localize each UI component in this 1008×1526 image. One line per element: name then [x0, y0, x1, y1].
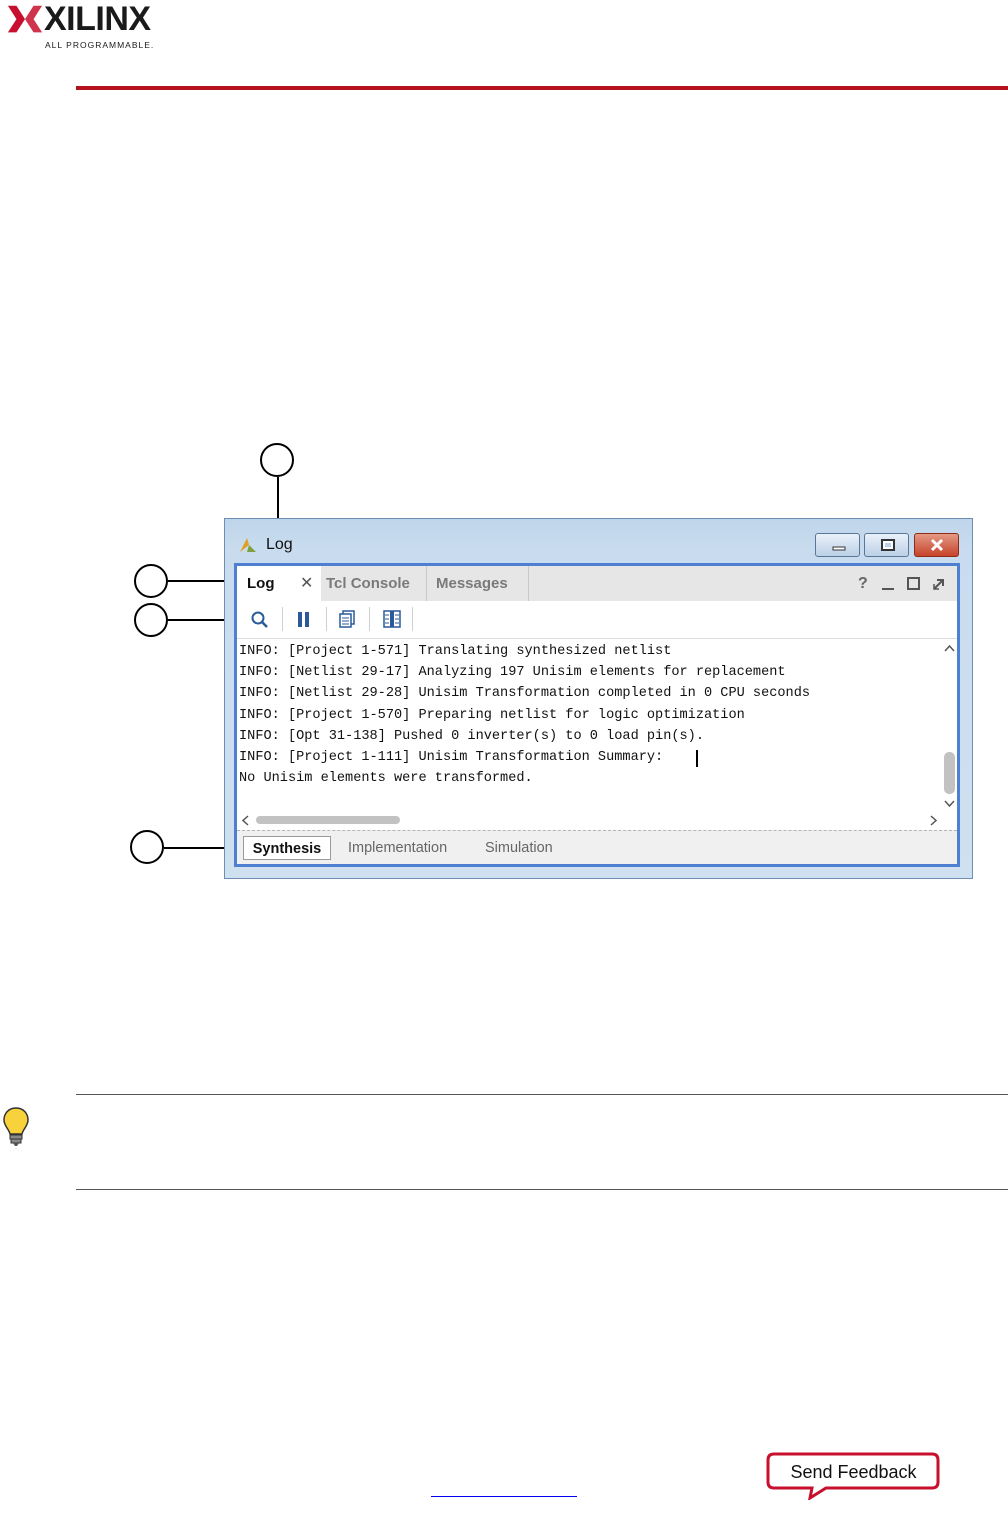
tab-close-icon[interactable]: ✕ — [300, 566, 313, 601]
callout-2 — [134, 564, 168, 598]
scroll-down-icon[interactable] — [943, 798, 956, 810]
send-feedback-button[interactable]: Send Feedback — [769, 1456, 938, 1488]
window-maximize-button[interactable] — [864, 533, 909, 557]
restore-icon — [881, 539, 895, 551]
window-close-button[interactable] — [914, 533, 959, 557]
vivado-icon — [240, 538, 256, 552]
tab-log[interactable]: Log ✕ — [237, 566, 321, 601]
footer-link-underline[interactable] — [431, 1496, 577, 1497]
log-line: INFO: [Project 1-571] Translating synthe… — [239, 644, 672, 659]
toolbar-separator — [326, 607, 327, 631]
tip-top-rule — [76, 1094, 1008, 1095]
logo-tagline: ALL PROGRAMMABLE. — [45, 40, 155, 50]
close-icon — [930, 538, 944, 552]
scroll-right-icon[interactable] — [927, 814, 939, 827]
horizontal-scroll-thumb[interactable] — [256, 816, 400, 824]
bottom-tab-strip — [237, 830, 957, 864]
log-line: INFO: [Opt 31-138] Pushed 0 inverter(s) … — [239, 729, 704, 744]
log-line: INFO: [Netlist 29-28] Unisim Transformat… — [239, 686, 811, 701]
pause-icon[interactable] — [296, 610, 312, 630]
text-caret — [696, 750, 698, 767]
callout-1-line — [277, 477, 279, 522]
log-line: INFO: [Project 1-111] Unisim Transformat… — [239, 750, 664, 765]
columns-icon[interactable] — [382, 609, 402, 629]
header-rule — [76, 86, 1008, 90]
panel-maximize-icon[interactable] — [906, 576, 922, 592]
help-icon[interactable]: ? — [858, 566, 868, 601]
log-line: INFO: [Netlist 29-17] Analyzing 197 Unis… — [239, 665, 786, 680]
tip-bottom-rule — [76, 1189, 1008, 1190]
scroll-up-icon[interactable] — [943, 642, 956, 654]
callout-3 — [134, 603, 168, 637]
toolbar-separator — [369, 607, 370, 631]
lightbulb-icon — [3, 1107, 29, 1146]
window-minimize-button[interactable] — [815, 533, 860, 557]
log-line: INFO: [Project 1-570] Preparing netlist … — [239, 708, 745, 723]
tab-tcl-console[interactable]: Tcl Console — [321, 566, 427, 601]
panel-float-icon[interactable] — [931, 576, 947, 592]
log-line: No Unisim elements were transformed. — [239, 771, 533, 786]
callout-4 — [130, 830, 164, 864]
toolbar-separator — [412, 607, 413, 631]
toolbar-separator — [282, 607, 283, 631]
callout-1 — [260, 443, 294, 477]
window-title: Log — [266, 536, 293, 553]
tab-messages[interactable]: Messages — [428, 566, 529, 601]
panel-minimize-icon[interactable] — [880, 576, 896, 592]
xilinx-logo — [7, 5, 43, 33]
tab-implementation[interactable]: Implementation — [348, 836, 447, 860]
tab-synthesis[interactable]: Synthesis — [243, 836, 331, 860]
tab-log-label: Log — [247, 575, 275, 592]
scroll-left-icon[interactable] — [240, 814, 252, 827]
vertical-scroll-thumb[interactable] — [944, 752, 955, 794]
tab-simulation[interactable]: Simulation — [485, 836, 553, 860]
logo-wordmark: XILINX — [44, 0, 151, 38]
copy-icon[interactable] — [338, 609, 358, 629]
search-icon[interactable] — [250, 610, 270, 630]
minimize-icon — [832, 546, 846, 551]
